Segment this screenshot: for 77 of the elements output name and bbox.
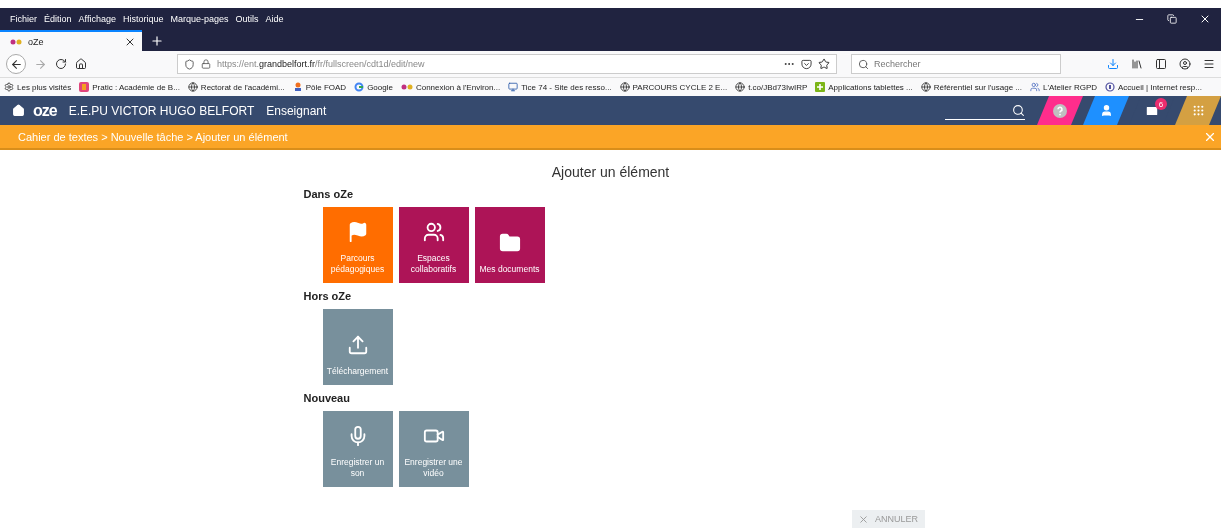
help-button[interactable] — [1037, 96, 1083, 125]
bookmark[interactable]: Applications tablettes ... — [815, 82, 913, 92]
dots-logo-icon — [400, 83, 413, 91]
gear-icon — [4, 82, 14, 92]
upload-icon — [346, 334, 369, 356]
menu-item[interactable]: Marque-pages — [170, 14, 229, 24]
bookmark[interactable]: PARCOURS CYCLE 2 E... — [619, 82, 728, 92]
bookmark[interactable]: Connexion à l'Environ... — [400, 82, 501, 92]
search-field[interactable]: Rechercher — [851, 54, 1061, 74]
role-label: Enseignant — [266, 103, 327, 118]
restore-icon[interactable] — [1167, 14, 1177, 24]
people-icon — [1030, 82, 1040, 92]
lock-icon[interactable] — [201, 59, 211, 69]
group-icon — [422, 221, 445, 243]
back-button[interactable] — [6, 54, 26, 74]
logo[interactable]: oze — [33, 101, 57, 120]
globe-icon — [619, 82, 630, 92]
grid-icon — [1191, 104, 1205, 117]
square-logo-icon — [79, 82, 90, 92]
account-icon[interactable] — [1179, 58, 1191, 70]
bookmark[interactable]: Accueil | Internet resp... — [1105, 82, 1202, 92]
bookmark[interactable]: Référentiel sur l'usage ... — [920, 82, 1022, 92]
bookmark[interactable]: Google — [354, 82, 393, 92]
search-icon — [858, 58, 869, 70]
library-icon[interactable] — [1131, 58, 1143, 70]
tile-button[interactable]: Espaces collaboratifs — [398, 207, 469, 283]
tab-title: oZe — [28, 36, 45, 47]
bookmark[interactable]: Pratic : Académie de B... — [79, 82, 180, 92]
sidebar-icon[interactable] — [1155, 58, 1167, 70]
menu-item[interactable]: Historique — [122, 14, 164, 24]
bookmark[interactable]: Tice 74 - Site des resso... — [508, 82, 612, 92]
help-icon — [1053, 103, 1067, 118]
close-icon — [858, 513, 869, 525]
tile-button[interactable]: Mes documents — [474, 207, 545, 283]
bookmark[interactable]: t.co/JBd73IwIRP — [735, 82, 808, 92]
apps-button[interactable] — [1175, 96, 1221, 125]
url-field[interactable]: https://ent.grandbelfort.fr/fr/fullscreen/cdt1d/edit/new — [177, 54, 837, 74]
menu-item[interactable]: Fichier — [10, 14, 37, 24]
dots-logo-icon — [10, 37, 22, 46]
menu-item[interactable]: Affichage — [78, 14, 116, 24]
page-title: Ajouter un élément — [551, 164, 670, 180]
bookmark[interactable]: Pôle FOAD — [292, 82, 347, 92]
circle-logo-icon — [354, 82, 365, 92]
star-icon[interactable] — [818, 58, 830, 70]
breadcrumb: Cahier de textes > Nouvelle tâche > Ajouter un élément — [18, 130, 289, 143]
bookmark[interactable]: Rectorat de l'académi... — [187, 82, 285, 92]
globe-icon — [187, 82, 198, 92]
menu-icon[interactable] — [1203, 58, 1215, 70]
globe-icon — [920, 82, 931, 92]
shield-icon[interactable] — [184, 58, 195, 70]
pocket-icon[interactable] — [801, 58, 812, 70]
menu-item[interactable]: Aide — [265, 14, 284, 24]
section-heading: Nouveau — [303, 392, 351, 404]
user-icon — [1099, 104, 1113, 117]
section-heading: Hors oZe — [303, 290, 353, 302]
person-logo-icon — [292, 82, 303, 92]
close-icon[interactable] — [1199, 13, 1211, 25]
reload-icon[interactable] — [55, 58, 67, 70]
section-heading: Dans oZe — [303, 188, 354, 200]
user-button[interactable] — [1083, 96, 1129, 125]
new-tab-icon[interactable] — [150, 33, 164, 48]
count-badge: 6 — [1155, 98, 1167, 110]
school-name: E.E.PU VICTOR HUGO BELFORT — [68, 103, 255, 118]
monitor-icon — [508, 82, 519, 92]
home-icon[interactable] — [75, 58, 87, 70]
browser-tab[interactable]: oZe — [0, 30, 142, 51]
back-arrow-icon — [9, 57, 23, 71]
bookmark[interactable]: L'Atelier RGPD — [1030, 82, 1097, 92]
menu-item[interactable]: Édition — [44, 14, 72, 24]
search-icon — [1012, 103, 1025, 117]
download-icon[interactable] — [1107, 58, 1119, 70]
globe-icon — [735, 82, 746, 92]
menu-item[interactable]: Outils — [235, 14, 259, 24]
folder-icon — [498, 232, 521, 254]
bookmark[interactable]: Les plus visités — [4, 82, 72, 92]
mail-icon — [1145, 103, 1159, 118]
plus-icon — [815, 82, 826, 92]
